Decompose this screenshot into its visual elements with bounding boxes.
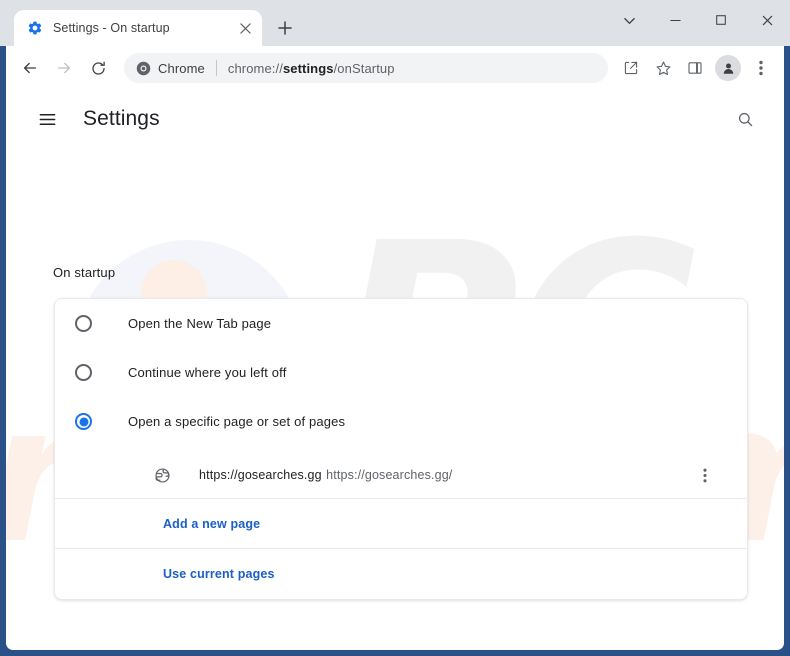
omnibox-divider xyxy=(215,60,217,76)
on-startup-card: Open the New Tab page Continue where you… xyxy=(54,298,748,600)
startup-option-new-tab[interactable]: Open the New Tab page xyxy=(55,299,747,348)
startup-option-label: Open the New Tab page xyxy=(128,316,272,331)
url-suffix: /onStartup xyxy=(333,60,395,76)
url-bold-segment: settings xyxy=(282,60,334,76)
startup-page-item[interactable]: https://gosearches.gg https://gosearches… xyxy=(55,454,747,499)
startup-page-url: https://gosearches.gg/ xyxy=(326,468,453,482)
page-title: Settings xyxy=(83,107,160,130)
forward-arrow-icon[interactable] xyxy=(48,52,80,84)
hamburger-menu-icon[interactable] xyxy=(30,102,64,136)
startup-option-label: Open a specific page or set of pages xyxy=(128,414,346,429)
new-tab-button[interactable] xyxy=(270,13,300,43)
maximize-button[interactable] xyxy=(698,0,744,40)
window-controls xyxy=(606,0,790,46)
use-current-pages-label: Use current pages xyxy=(163,567,275,581)
three-dot-menu-icon[interactable] xyxy=(746,53,776,83)
browser-toolbar: Chrome chrome://settings/onStartup xyxy=(6,46,784,90)
tab-strip-left-gap xyxy=(0,0,14,46)
add-new-page-label: Add a new page xyxy=(163,516,261,531)
settings-gear-icon xyxy=(27,20,43,36)
startup-page-title: https://gosearches.gg xyxy=(199,468,322,482)
minimize-button[interactable] xyxy=(652,0,698,40)
tab-title: Settings - On startup xyxy=(53,21,170,35)
radio-button[interactable] xyxy=(75,364,92,381)
startup-pages-list: https://gosearches.gg https://gosearches… xyxy=(55,446,747,599)
radio-button[interactable] xyxy=(75,413,92,430)
back-arrow-icon[interactable] xyxy=(14,52,46,84)
reload-icon[interactable] xyxy=(82,52,114,84)
radio-button[interactable] xyxy=(75,315,92,332)
omnibox-url-text: chrome://settings/onStartup xyxy=(228,61,395,76)
use-current-pages-link[interactable]: Use current pages xyxy=(55,549,747,599)
side-panel-icon[interactable] xyxy=(680,53,710,83)
section-title: On startup xyxy=(53,265,116,280)
share-icon[interactable] xyxy=(616,53,646,83)
add-new-page-link[interactable]: Add a new page xyxy=(55,499,747,549)
url-prefix: chrome:// xyxy=(227,60,283,76)
browser-window: Settings - On startup Chrome chrome://se… xyxy=(0,0,790,656)
page-viewport: PC risk.com Settings On startup xyxy=(6,90,784,650)
omnibox-chrome-chip: Chrome xyxy=(136,61,205,76)
close-button[interactable] xyxy=(744,0,790,40)
settings-header: Settings xyxy=(6,90,784,148)
three-dot-menu-icon[interactable] xyxy=(691,461,719,489)
close-icon[interactable] xyxy=(234,17,256,39)
startup-option-specific-pages[interactable]: Open a specific page or set of pages xyxy=(55,397,747,446)
browser-tab[interactable]: Settings - On startup xyxy=(14,10,262,46)
address-bar[interactable]: Chrome chrome://settings/onStartup xyxy=(124,53,608,83)
globe-icon xyxy=(151,464,173,486)
profile-avatar-icon[interactable] xyxy=(715,55,741,81)
tab-strip: Settings - On startup xyxy=(0,0,790,46)
bookmark-star-icon[interactable] xyxy=(648,53,678,83)
tab-search-button[interactable] xyxy=(606,0,652,40)
omnibox-chip-label: Chrome xyxy=(158,60,205,76)
startup-page-text: https://gosearches.gg https://gosearches… xyxy=(199,466,691,484)
search-icon[interactable] xyxy=(728,102,762,136)
startup-option-continue[interactable]: Continue where you left off xyxy=(55,348,747,397)
startup-option-label: Continue where you left off xyxy=(128,365,287,380)
chrome-logo-icon xyxy=(136,61,151,76)
